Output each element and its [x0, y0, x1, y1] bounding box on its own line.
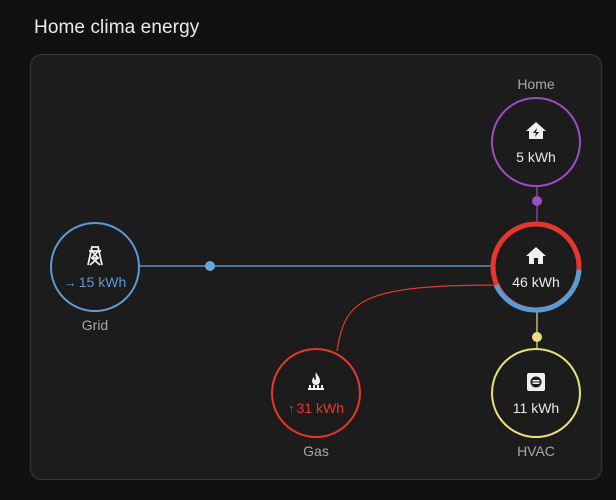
gas-arrow-icon: ↑	[288, 401, 295, 416]
grid-node[interactable]: → 15 kWh	[50, 222, 140, 312]
gas-label: Gas	[303, 443, 329, 459]
gas-kwh: 31 kWh	[296, 400, 344, 416]
home-value: 5 kWh	[516, 149, 556, 165]
hub-inner: 46 kWh	[497, 228, 575, 306]
grid-value: → 15 kWh	[64, 274, 126, 290]
hvac-flow-dot	[532, 332, 542, 342]
hvac-node[interactable]: 11 kWh	[491, 348, 581, 438]
home-flow-dot	[532, 196, 542, 206]
hvac-label: HVAC	[517, 443, 555, 459]
hub-node[interactable]: 46 kWh	[491, 222, 581, 312]
hvac-value: 11 kWh	[512, 400, 560, 416]
home-lightning-icon	[526, 122, 546, 139]
grid-label: Grid	[81, 317, 109, 333]
home-label: Home	[517, 76, 555, 92]
gas-node[interactable]: ↑ 31 kWh	[271, 348, 361, 438]
home-icon	[526, 247, 546, 264]
page: Home clima energy → 15 kWh Grid ↑ 31 kWh…	[0, 0, 616, 500]
grid-arrow-icon: →	[63, 275, 77, 290]
fire-icon	[308, 372, 324, 390]
grid-flow-dot	[205, 261, 215, 271]
gas-flow-line	[336, 284, 501, 352]
hvac-icon	[527, 373, 545, 391]
transmission-tower-icon	[87, 246, 103, 266]
hub-value: 46 kWh	[512, 274, 560, 290]
grid-kwh: 15 kWh	[78, 274, 127, 290]
gas-value: ↑ 31 kWh	[288, 400, 344, 416]
home-node[interactable]: 5 kWh	[491, 97, 581, 187]
